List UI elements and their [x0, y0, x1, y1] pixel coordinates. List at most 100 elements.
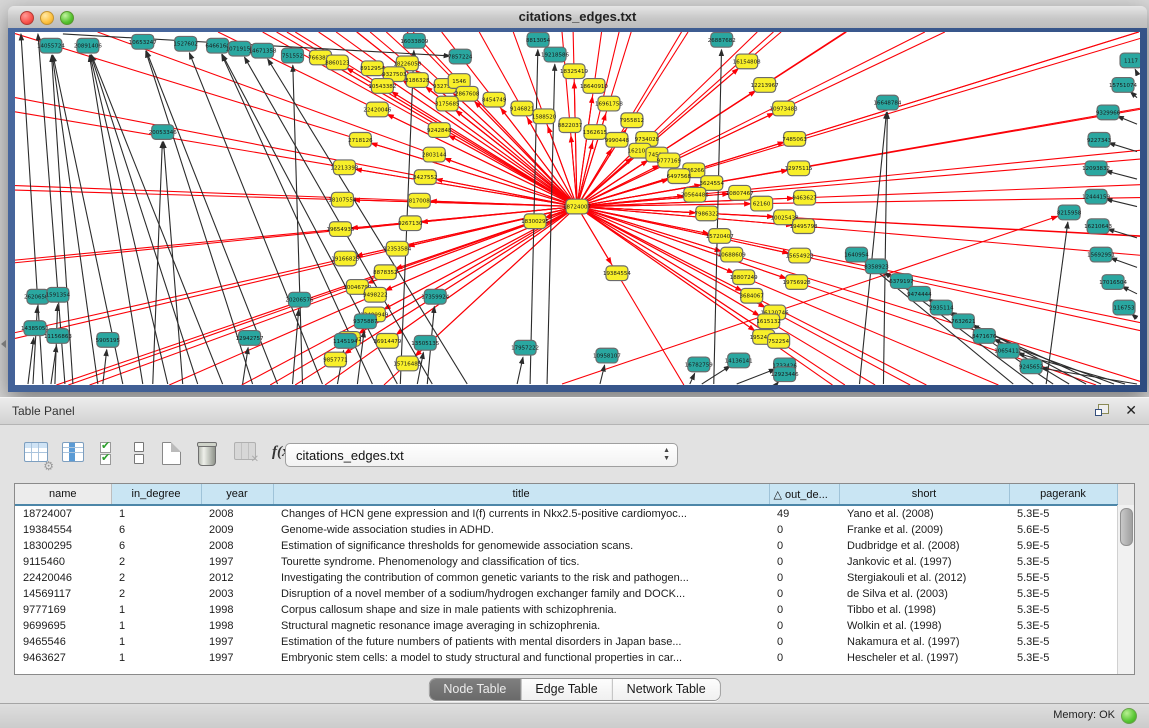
graph-node-10653247[interactable]: 10653247 [129, 34, 157, 49]
column-header-short[interactable]: short [839, 484, 1009, 505]
graph-node-1527602[interactable]: 1527602 [173, 36, 197, 51]
graph-node-6379197[interactable]: 6379197 [889, 274, 913, 289]
graph-node-9375887[interactable]: 9375887 [353, 314, 377, 329]
graph-node-26887682[interactable]: 26887682 [708, 32, 736, 47]
show-column-icon[interactable] [62, 442, 88, 468]
table-row[interactable]: 977716911998Corpus callosum shape and si… [15, 602, 1117, 618]
graph-node-20053346[interactable]: 20053346 [149, 125, 177, 140]
table-cell[interactable]: 9777169 [15, 602, 111, 618]
table-cell[interactable]: 2 [111, 554, 201, 570]
graph-node-19654935[interactable]: 19654935 [326, 222, 354, 237]
graph-node-16648784[interactable]: 16648784 [873, 95, 901, 110]
table-cell[interactable]: 2009 [201, 522, 273, 538]
memory-ok-indicator[interactable] [1121, 708, 1137, 724]
table-cell[interactable]: de Silva et al. (2003) [839, 586, 1009, 602]
graph-node-9990448[interactable]: 9990448 [605, 133, 630, 148]
graph-node-9498222[interactable]: 9498222 [363, 287, 387, 302]
table-cell[interactable]: 0 [769, 602, 839, 618]
column-header-title[interactable]: title [273, 484, 769, 505]
graph-node-8471676[interactable]: 8471676 [972, 329, 997, 344]
graph-node-8860123[interactable]: 8860123 [325, 55, 350, 70]
table-cell[interactable]: 1998 [201, 618, 273, 634]
graph-node-16210643[interactable]: 16210643 [1084, 219, 1112, 234]
table-cell[interactable]: Jankovic et al. (1997) [839, 554, 1009, 570]
graph-node-12353584[interactable]: 12353584 [383, 241, 411, 256]
graph-node-752254[interactable]: 752254 [768, 334, 790, 349]
graph-node-1145194[interactable]: 1145194 [333, 334, 358, 349]
graph-node-16782759[interactable]: 16782759 [685, 357, 713, 372]
graph-node-3684067[interactable]: 3684067 [739, 288, 763, 303]
table-cell[interactable]: 0 [769, 522, 839, 538]
table-cell[interactable]: Estimation of the future numbers of pati… [273, 634, 769, 650]
table-cell[interactable]: Estimation of significance thresholds fo… [273, 538, 769, 554]
graph-node-12975115[interactable]: 12975115 [785, 161, 813, 176]
table-cell[interactable]: 5.3E-5 [1009, 634, 1117, 650]
table-cell[interactable]: 1 [111, 602, 201, 618]
table-vertical-scrollbar[interactable] [1117, 505, 1134, 674]
table-row[interactable]: 946362711997Embryonic stem cells: a mode… [15, 650, 1117, 666]
column-header-out_de[interactable]: △ out_de... [769, 484, 839, 505]
table-cell[interactable]: 0 [769, 538, 839, 554]
graph-node-751552[interactable]: 751552 [282, 48, 304, 63]
table-row[interactable]: 1456911722003Disruption of a novel membe… [15, 586, 1117, 602]
graph-node-1615132[interactable]: 1615132 [756, 314, 780, 329]
graph-node-14671358[interactable]: 14671358 [249, 43, 277, 58]
graph-node-1588520[interactable]: 1588520 [532, 109, 557, 124]
graph-node-5905195[interactable]: 5905195 [96, 333, 120, 348]
graph-node-8186328[interactable]: 8186328 [405, 73, 430, 88]
float-panel-icon[interactable] [1095, 404, 1109, 417]
row-height-icon[interactable] [134, 442, 160, 468]
window-titlebar[interactable]: citations_edges.txt [8, 6, 1147, 29]
graph-node-8427552[interactable]: 8427552 [413, 170, 437, 185]
table-cell[interactable]: 1 [111, 618, 201, 634]
table-cell[interactable]: 9463627 [15, 650, 111, 666]
table-cell[interactable]: 0 [769, 618, 839, 634]
table-row[interactable]: 1872400712008Changes of HCN gene express… [15, 505, 1117, 522]
graph-node-10654112[interactable]: 10654112 [994, 343, 1022, 358]
new-file-icon[interactable] [162, 442, 188, 468]
graph-node-6497568[interactable]: 6497568 [667, 169, 692, 184]
graph-node-10958107[interactable]: 10958107 [593, 348, 621, 363]
graph-node-15716485[interactable]: 15716485 [393, 356, 421, 371]
graph-node-15751074[interactable]: 15751074 [1109, 78, 1137, 93]
table-cell[interactable]: 49 [769, 505, 839, 522]
table-cell[interactable]: Hescheler et al. (1997) [839, 650, 1009, 666]
column-header-name[interactable]: name [15, 484, 111, 505]
graph-node-17359924[interactable]: 17359924 [421, 289, 449, 304]
graph-node-9267130[interactable]: 9267130 [398, 216, 423, 231]
graph-node-14055724[interactable]: 14055724 [37, 38, 65, 53]
table-cell[interactable]: 0 [769, 634, 839, 650]
graph-node-3175685[interactable]: 3175685 [435, 96, 459, 111]
graph-node-16914479[interactable]: 16914479 [373, 334, 401, 349]
graph-node-7857224[interactable]: 7857224 [448, 49, 473, 64]
graph-node-12213393[interactable]: 12213393 [330, 160, 358, 175]
citation-graph[interactable]: 1872400718300295193845541405572420891406… [15, 32, 1140, 385]
memory-status-label[interactable]: Memory: OK [1053, 709, 1115, 721]
graph-node-817008[interactable]: 817008 [408, 193, 430, 208]
table-cell[interactable]: Genome-wide association studies in ADHD. [273, 522, 769, 538]
table-cell[interactable]: 5.9E-5 [1009, 538, 1117, 554]
table-cell[interactable]: Disruption of a novel member of a sodium… [273, 586, 769, 602]
table-cell[interactable]: 5.6E-5 [1009, 522, 1117, 538]
graph-node-19756928[interactable]: 19756928 [783, 275, 811, 290]
tab-network-table[interactable]: Network Table [612, 679, 720, 700]
graph-node-12093832[interactable]: 12093832 [1082, 161, 1110, 176]
graph-node-9857771[interactable]: 9857771 [323, 352, 347, 367]
table-cell[interactable]: 5.3E-5 [1009, 618, 1117, 634]
graph-node-7632621[interactable]: 7632621 [951, 314, 975, 329]
graph-node-10543382[interactable]: 10543382 [368, 79, 396, 94]
table-cell[interactable]: 22420046 [15, 570, 111, 586]
table-cell[interactable]: 2012 [201, 570, 273, 586]
table-cell[interactable]: 14569117 [15, 586, 111, 602]
graph-node-20564486[interactable]: 20564486 [681, 187, 709, 202]
tab-node-table[interactable]: Node Table [429, 679, 520, 700]
graph-node-10688609[interactable]: 10688609 [718, 247, 746, 262]
graph-node-9245652[interactable]: 9245652 [1019, 359, 1043, 374]
table-cell[interactable]: 9115460 [15, 554, 111, 570]
graph-node-2935114[interactable]: 2935114 [929, 300, 954, 315]
graph-node-18107554[interactable]: 18107554 [328, 192, 356, 207]
table-cell[interactable]: 5.3E-5 [1009, 554, 1117, 570]
graph-node-11156863[interactable]: 11156863 [44, 329, 72, 344]
graph-node-19495798[interactable]: 19495798 [790, 219, 818, 234]
graph-node-18807249[interactable]: 18807249 [730, 270, 758, 285]
